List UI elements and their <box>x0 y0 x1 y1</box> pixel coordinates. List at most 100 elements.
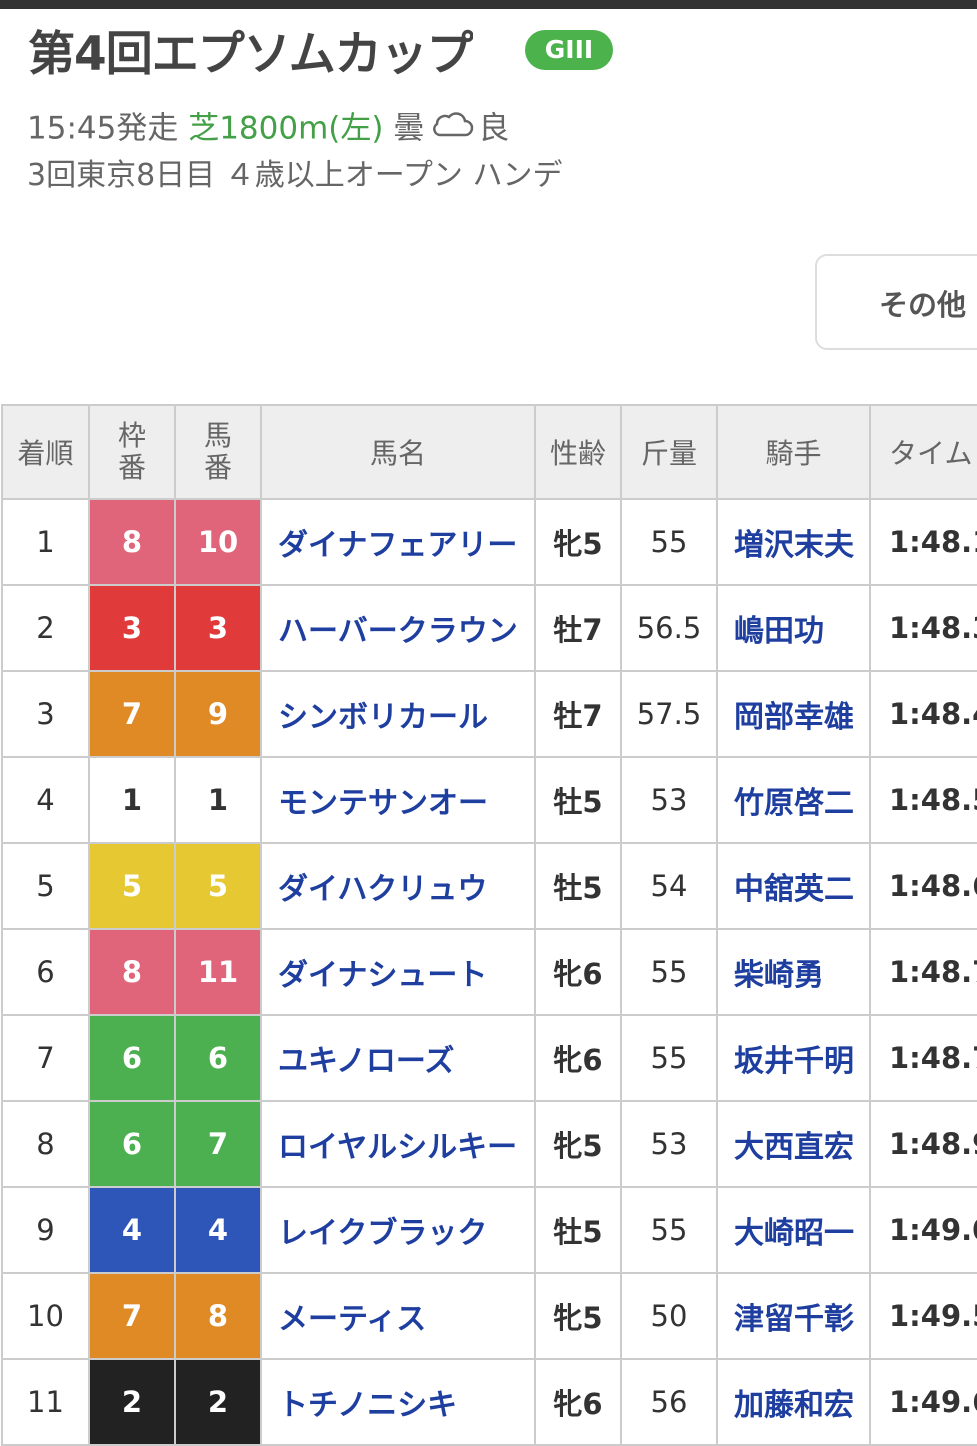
rank-cell: 10 <box>1 1272 90 1360</box>
jockey-name-link[interactable]: 加藤和宏 <box>716 1358 871 1446</box>
jockey-name-link[interactable]: 岡部幸雄 <box>716 670 871 758</box>
header-horse-number: 馬 番 <box>174 404 262 500</box>
time-cell: 1:48.1 <box>869 498 977 586</box>
rank-cell: 9 <box>1 1186 90 1274</box>
sex-age-cell: 牡7 <box>534 670 622 758</box>
time-cell: 1:48.6 <box>869 842 977 930</box>
sex-age-cell: 牡5 <box>534 756 622 844</box>
table-row: 944レイクブラック牡555大崎昭一1:49.0 <box>1 1186 977 1274</box>
rank-cell: 8 <box>1 1100 90 1188</box>
table-row: 1810ダイナフェアリー牝555増沢末夫1:48.1 <box>1 498 977 586</box>
table-row: 555ダイハクリュウ牡554中舘英二1:48.6 <box>1 842 977 930</box>
results-table-container[interactable]: 着順 枠 番 馬 番 馬名 性齢 斤量 騎手 タイム 1 8 10 ダイナフェアリー牝… <box>0 404 977 1446</box>
jockey-name-link[interactable]: 津留千彰 <box>716 1272 871 1360</box>
horse-name-link[interactable]: レイクブラック <box>260 1186 536 1274</box>
horse-number-cell: 3 <box>174 584 262 672</box>
weight-cell: 53 <box>620 1100 718 1188</box>
frame-number-cell: 6 <box>88 1014 176 1102</box>
header-frame: 枠 番 <box>88 404 176 500</box>
frame-number-cell: 1 <box>88 756 176 844</box>
frame-number-cell: 3 <box>88 584 176 672</box>
table-row: 6811ダイナシュート牝655柴崎勇1:48.7 <box>1 928 977 1016</box>
jockey-name-link[interactable]: 中舘英二 <box>716 842 871 930</box>
horse-number-cell: 1 <box>174 756 262 844</box>
frame-number-cell: 2 <box>88 1358 176 1446</box>
horse-number-cell: 2 <box>174 1358 262 1446</box>
meeting-info: 3回東京8日目 <box>27 158 216 193</box>
time-cell: 1:48.7 <box>869 928 977 1016</box>
jockey-name-link[interactable]: 大西直宏 <box>716 1100 871 1188</box>
horse-name-link[interactable]: ロイヤルシルキー <box>260 1100 536 1188</box>
weight-cell: 56.5 <box>620 584 718 672</box>
sex-age-cell: 牝5 <box>534 1272 622 1360</box>
frame-number-cell: 8 <box>88 928 176 1016</box>
race-title: 第4回エプソムカップ <box>28 27 473 82</box>
time-cell: 1:49.6 <box>869 1358 977 1446</box>
jockey-name-link[interactable]: 嶋田功 <box>716 584 871 672</box>
weight-cell: 55 <box>620 498 718 586</box>
rank-cell: 1 <box>1 498 90 586</box>
horse-name-link[interactable]: メーティス <box>260 1272 536 1360</box>
jockey-name-link[interactable]: 坂井千明 <box>716 1014 871 1102</box>
weight-cell: 50 <box>620 1272 718 1360</box>
horse-number-cell: 4 <box>174 1186 262 1274</box>
frame-number-cell: 5 <box>88 842 176 930</box>
horse-name-link[interactable]: シンボリカール <box>260 670 536 758</box>
results-table: 着順 枠 番 馬 番 馬名 性齢 斤量 騎手 タイム 1 8 10 ダイナフェアリー牝… <box>1 404 977 1446</box>
race-conditions: ４歳以上オープン ハンデ <box>224 158 563 193</box>
weight-cell: 55 <box>620 1186 718 1274</box>
jockey-name-link[interactable]: 竹原啓二 <box>716 756 871 844</box>
jockey-name-link[interactable]: 増沢末夫 <box>716 498 871 586</box>
header-weight: 斤量 <box>620 404 718 500</box>
weight-cell: 54 <box>620 842 718 930</box>
horse-name-link[interactable]: ダイナシュート <box>260 928 536 1016</box>
course-info: 芝1800m(左) <box>188 110 384 147</box>
header-rank: 着順 <box>1 404 90 500</box>
rank-cell: 2 <box>1 584 90 672</box>
table-row: 1122トチノニシキ牝656加藤和宏1:49.6 <box>1 1358 977 1446</box>
header-horse-name: 馬名 <box>260 404 536 500</box>
horse-name-link[interactable]: トチノニシキ <box>260 1358 536 1446</box>
rank-cell: 7 <box>1 1014 90 1102</box>
horse-name-link[interactable]: ユキノローズ <box>260 1014 536 1102</box>
start-time: 15:45発走 <box>27 110 179 147</box>
race-meta-line: 3回東京8日目 ４歳以上オープン ハンデ <box>27 156 562 196</box>
sex-age-cell: 牝6 <box>534 1014 622 1102</box>
other-button[interactable]: その他 <box>815 254 977 350</box>
rank-cell: 3 <box>1 670 90 758</box>
header-jockey: 騎手 <box>716 404 871 500</box>
table-row: 411モンテサンオー牡553竹原啓二1:48.5 <box>1 756 977 844</box>
sex-age-cell: 牡5 <box>534 842 622 930</box>
top-bar <box>0 0 977 9</box>
horse-number-cell: 10 <box>174 498 262 586</box>
table-row: 766ユキノローズ牝655坂井千明1:48.7 <box>1 1014 977 1102</box>
horse-number-cell: 11 <box>174 928 262 1016</box>
weight-cell: 55 <box>620 1014 718 1102</box>
table-row: 867ロイヤルシルキー牝553大西直宏1:48.9 <box>1 1100 977 1188</box>
table-row: 233ハーバークラウン牡756.5嶋田功1:48.3 <box>1 584 977 672</box>
grade-badge: GIII <box>525 30 613 70</box>
time-cell: 1:48.4 <box>869 670 977 758</box>
horse-number-cell: 7 <box>174 1100 262 1188</box>
other-button-label: その他 <box>879 288 967 322</box>
horse-number-cell: 5 <box>174 842 262 930</box>
frame-number-cell: 4 <box>88 1186 176 1274</box>
rank-cell: 11 <box>1 1358 90 1446</box>
frame-number-cell: 7 <box>88 670 176 758</box>
sex-age-cell: 牝5 <box>534 1100 622 1188</box>
jockey-name-link[interactable]: 大崎昭一 <box>716 1186 871 1274</box>
jockey-name-link[interactable]: 柴崎勇 <box>716 928 871 1016</box>
cloud-icon <box>430 108 474 148</box>
horse-name-link[interactable]: ハーバークラウン <box>260 584 536 672</box>
header-time: タイム <box>869 404 977 500</box>
rank-cell: 6 <box>1 928 90 1016</box>
sex-age-cell: 牝6 <box>534 928 622 1016</box>
horse-name-link[interactable]: ダイハクリュウ <box>260 842 536 930</box>
horse-name-link[interactable]: ダイナフェアリー <box>260 498 536 586</box>
weight-cell: 55 <box>620 928 718 1016</box>
time-cell: 1:48.7 <box>869 1014 977 1102</box>
rank-cell: 4 <box>1 756 90 844</box>
horse-name-link[interactable]: モンテサンオー <box>260 756 536 844</box>
race-info-line: 15:45発走 芝1800m(左) 曇 良 <box>27 108 509 148</box>
sex-age-cell: 牝5 <box>534 498 622 586</box>
